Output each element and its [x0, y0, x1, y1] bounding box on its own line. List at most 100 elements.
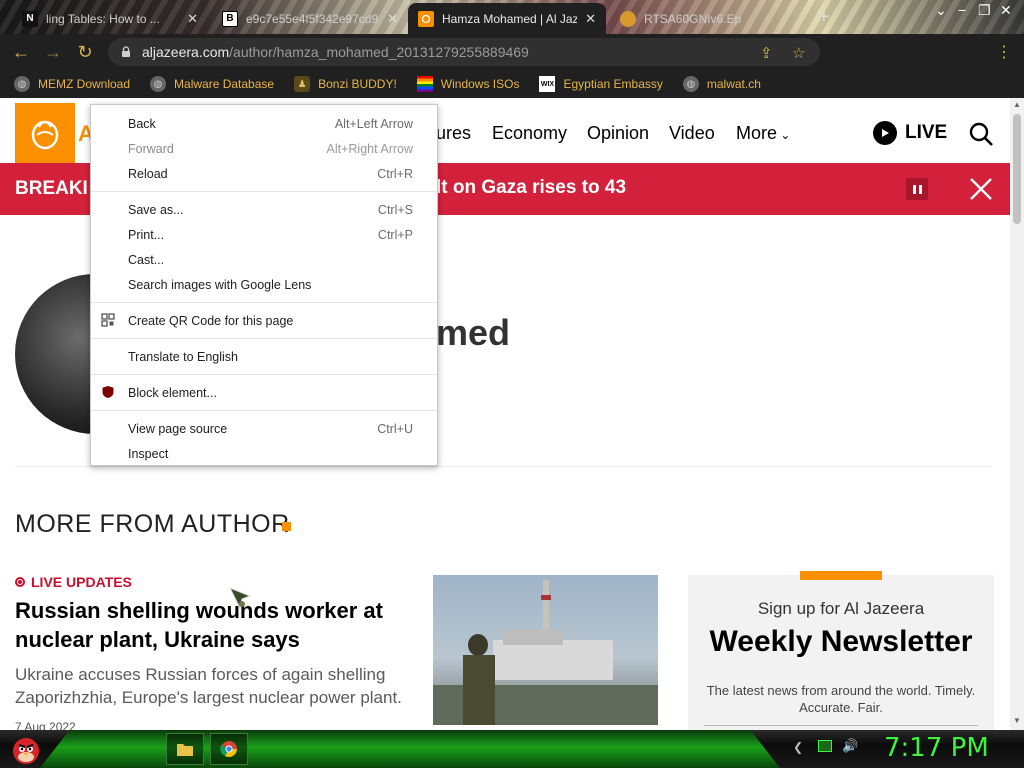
close-icon[interactable] — [968, 176, 994, 202]
close-tab-icon[interactable]: ✕ — [387, 11, 398, 27]
cursor-icon — [228, 587, 252, 610]
taskbar-clock[interactable]: 7:17 PM — [884, 733, 989, 763]
article-summary: Ukraine accuses Russian forces of again … — [15, 665, 402, 707]
menu-item-back[interactable]: Back Alt+Left Arrow — [91, 111, 437, 136]
bookmark-label: Egyptian Embassy — [563, 77, 663, 91]
close-tab-icon[interactable]: ✕ — [585, 11, 596, 27]
bonzi-icon: ♟ — [294, 76, 311, 92]
scroll-up-icon[interactable]: ▲ — [1013, 100, 1021, 109]
live-updates-tag[interactable]: LIVE UPDATES — [15, 574, 132, 590]
bookmark-malware-database[interactable]: ◍ Malware Database — [150, 76, 274, 92]
nav-video[interactable]: Video — [669, 123, 715, 144]
bookmark-egyptian-embassy[interactable]: WIX Egyptian Embassy — [539, 76, 663, 92]
menu-label: Search images with Google Lens — [128, 277, 312, 292]
nav-features[interactable]: ures — [436, 123, 471, 144]
pause-icon[interactable] — [906, 178, 928, 200]
qr-code-icon — [100, 312, 116, 328]
menu-shortcut: Alt+Right Arrow — [326, 141, 414, 156]
network-icon[interactable] — [818, 740, 832, 752]
taskbar-glow — [40, 730, 780, 768]
start-button[interactable] — [6, 730, 46, 768]
bookmark-star-icon[interactable]: ☆ — [792, 44, 805, 62]
live-updates-label: LIVE UPDATES — [31, 574, 132, 590]
wix-icon: WIX — [539, 76, 556, 92]
menu-separator — [91, 338, 437, 339]
aljazeera-favicon-icon — [418, 10, 434, 27]
menu-item-forward[interactable]: Forward Alt+Right Arrow — [91, 136, 437, 161]
section-divider — [15, 466, 991, 467]
bookmark-memz[interactable]: ◍ MEMZ Download — [14, 76, 130, 92]
nav-more[interactable]: More ⌄ — [736, 123, 790, 144]
breaking-headline[interactable]: lt on Gaza rises to 43 — [436, 177, 626, 199]
breaking-label: BREAKI — [15, 178, 88, 199]
nav-more-label: More — [736, 123, 778, 143]
new-tab-button[interactable]: + — [818, 6, 830, 29]
globe-icon: ◍ — [682, 76, 699, 92]
tab-active-aljazeera[interactable]: Hamza Mohamed | Al Jaz ✕ — [408, 3, 606, 34]
menu-item-google-lens[interactable]: Search images with Google Lens — [91, 272, 437, 297]
bookmarks-bar: ◍ MEMZ Download ◍ Malware Database ♟ Bon… — [0, 70, 1024, 98]
address-bar[interactable]: aljazeera.com/author/hamza_mohamed_20131… — [108, 38, 820, 66]
bookmark-malwatch[interactable]: ◍ malwat.ch — [682, 76, 761, 92]
close-tab-icon[interactable]: ✕ — [187, 11, 198, 27]
taskbar-explorer[interactable] — [166, 733, 204, 765]
forward-arrow-icon[interactable]: → — [38, 37, 68, 67]
tab-title: RTSA60GNIv6.Ep — [644, 11, 742, 26]
play-icon — [873, 121, 897, 145]
scrollbar-thumb[interactable] — [1013, 114, 1021, 224]
author-name: med — [436, 312, 511, 353]
menu-shortcut: Ctrl+U — [377, 421, 413, 436]
kebab-menu-icon[interactable]: ⋮ — [996, 42, 1012, 62]
aljazeera-logo[interactable] — [15, 103, 75, 163]
newsletter-description: The latest news from around the world. T… — [706, 683, 976, 715]
tab-title: ling Tables: How to ... — [46, 11, 160, 26]
newsletter-kicker: Sign up for Al Jazeera — [757, 599, 925, 618]
nav-opinion[interactable]: Opinion — [587, 123, 649, 144]
menu-item-view-source[interactable]: View page source Ctrl+U — [91, 416, 437, 441]
tab-4[interactable]: RTSA60GNIv6.Ep — [610, 3, 806, 34]
tab-search-icon[interactable]: ⌄ — [935, 2, 947, 19]
menu-item-print[interactable]: Print... Ctrl+P — [91, 222, 437, 247]
menu-shortcut: Ctrl+S — [377, 202, 413, 217]
close-window-icon[interactable]: ✕ — [1000, 2, 1012, 19]
menu-separator — [91, 191, 437, 192]
back-arrow-icon[interactable]: ← — [6, 37, 36, 67]
lock-icon — [122, 46, 130, 57]
menu-item-save-as[interactable]: Save as... Ctrl+S — [91, 197, 437, 222]
context-menu: Back Alt+Left Arrow Forward Alt+Right Ar… — [90, 104, 438, 466]
heading-accent-square — [282, 522, 291, 531]
minimize-icon[interactable]: − — [958, 2, 966, 18]
menu-item-cast[interactable]: Cast... — [91, 247, 437, 272]
menu-label: Print... — [128, 227, 165, 242]
live-button[interactable]: LIVE — [873, 121, 947, 145]
scroll-down-icon[interactable]: ▼ — [1013, 716, 1021, 725]
maximize-icon[interactable]: ❐ — [978, 2, 991, 19]
menu-shortcut: Alt+Left Arrow — [334, 116, 413, 131]
tab-1[interactable]: N ling Tables: How to ... ✕ — [12, 3, 208, 34]
browser-toolbar: ← → ↻ aljazeera.com/author/hamza_mohamed… — [0, 34, 1024, 96]
menu-item-translate[interactable]: Translate to English — [91, 344, 437, 369]
taskbar-chrome[interactable] — [210, 733, 248, 765]
newsletter-email-field[interactable] — [704, 725, 978, 726]
tab-title: Hamza Mohamed | Al Jaz — [442, 11, 578, 26]
newsletter-card: Sign up for Al Jazeera Weekly Newsletter… — [688, 571, 994, 730]
live-label: LIVE — [905, 122, 948, 143]
menu-item-qr-code[interactable]: Create QR Code for this page — [91, 308, 437, 333]
vertical-scrollbar[interactable]: ▲ ▼ — [1010, 98, 1024, 730]
menu-item-reload[interactable]: Reload Ctrl+R — [91, 161, 437, 186]
search-icon[interactable] — [968, 121, 994, 147]
aljazeera-logo-icon — [31, 120, 59, 150]
bookmark-bonzi-buddy[interactable]: ♟ Bonzi BUDDY! — [294, 76, 397, 92]
menu-item-block-element[interactable]: Block element... — [91, 380, 437, 405]
article-title[interactable]: Russian shelling wounds worker at nuclea… — [15, 596, 425, 654]
volume-icon[interactable]: 🔊 — [842, 738, 858, 754]
nav-economy[interactable]: Economy — [492, 123, 567, 144]
share-icon[interactable]: ⇪ — [760, 44, 773, 62]
tray-chevron-icon[interactable]: ❮ — [793, 740, 803, 754]
menu-label: Save as... — [128, 202, 184, 217]
menu-item-inspect[interactable]: Inspect — [91, 441, 437, 466]
reload-icon[interactable]: ↻ — [70, 37, 100, 67]
tab-2[interactable]: B e9c7e55e4f5f342e97cd95 ✕ — [212, 3, 408, 34]
bookmark-windows-isos[interactable]: Windows ISOs — [416, 76, 519, 92]
article-image[interactable] — [433, 575, 658, 725]
